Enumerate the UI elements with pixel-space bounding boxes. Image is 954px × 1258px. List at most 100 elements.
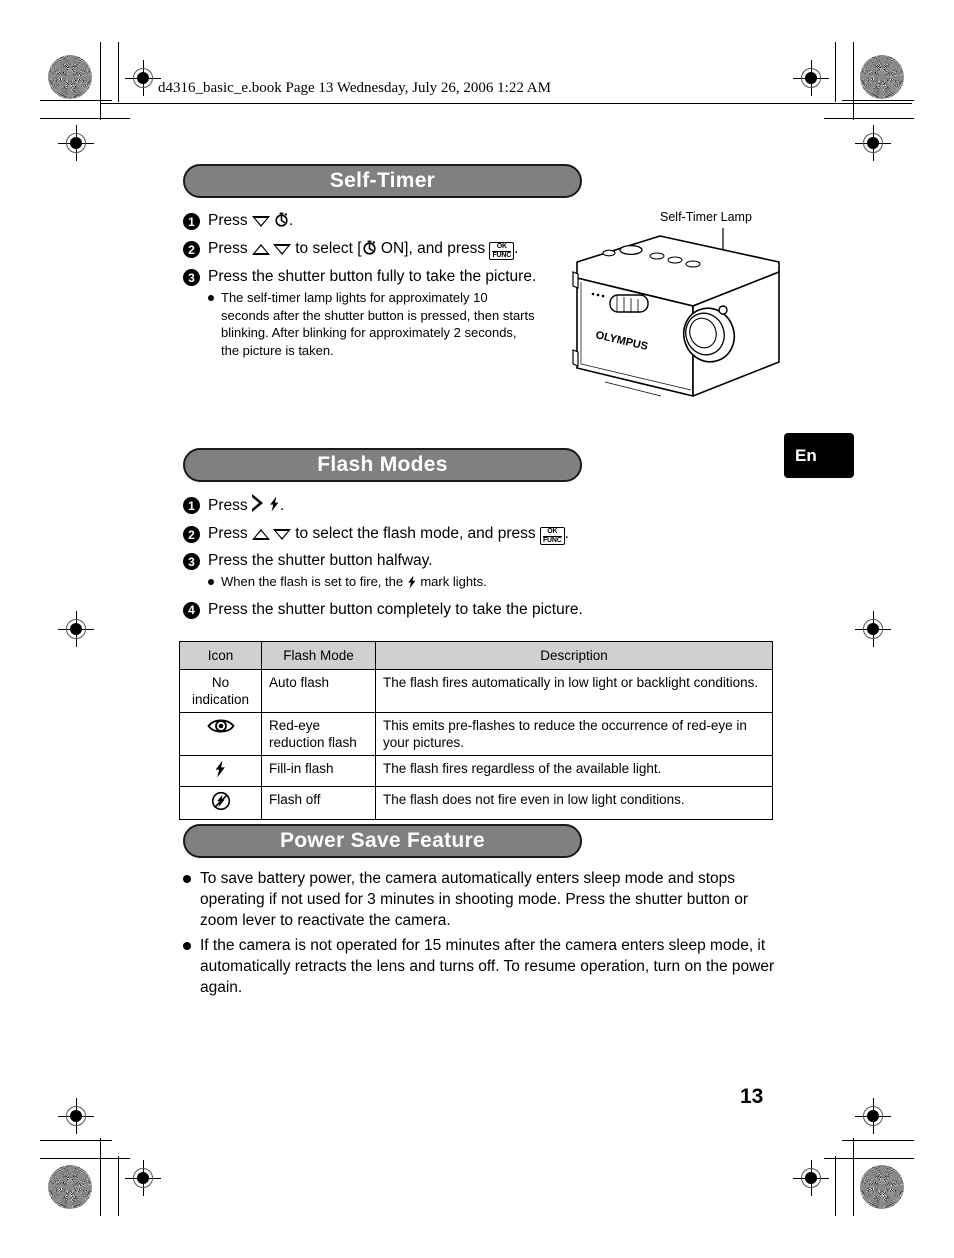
step-text-after: . xyxy=(288,212,294,229)
table-cell-description: The flash does not fire even in low ligh… xyxy=(375,786,773,820)
step-item: 4 Press the shutter button completely to… xyxy=(183,599,743,620)
step-text: Press the shutter button completely to t… xyxy=(208,600,583,618)
crosshair-mark-top-right xyxy=(793,60,829,96)
triangle-right-icon xyxy=(251,494,263,512)
crop-rule xyxy=(40,118,130,119)
crop-rule xyxy=(100,42,101,120)
callout-label-self-timer-lamp: Self-Timer Lamp xyxy=(660,210,752,224)
table-cell-icon xyxy=(179,755,262,787)
starburst-mark-top-right xyxy=(860,55,904,99)
crop-rule xyxy=(853,42,854,120)
flash-modes-steps: 1 Press . 2 Press to select the flash mo… xyxy=(183,494,743,625)
table-cell-description: The flash fires automatically in low lig… xyxy=(375,669,773,713)
step-number: 2 xyxy=(183,241,200,258)
triangle-down-icon xyxy=(272,529,291,540)
step-number: 4 xyxy=(183,601,200,619)
flash-bolt-icon xyxy=(214,760,227,781)
note-text: When the flash is set to fire, the mark … xyxy=(221,573,487,594)
crosshair-mark-lower-left-outer xyxy=(58,1098,94,1134)
camera-body-drawing: OLYMPUS xyxy=(572,228,780,397)
step-number: 3 xyxy=(183,553,200,570)
triangle-down-icon xyxy=(272,244,291,255)
flash-bolt-icon xyxy=(269,496,280,518)
list-item-text: If the camera is not operated for 15 min… xyxy=(200,937,775,996)
triangle-up-icon xyxy=(251,244,270,255)
step-text-before: Press xyxy=(208,525,252,542)
table-row: Fill-in flash The flash fires regardless… xyxy=(179,755,773,787)
language-tab-label: En xyxy=(795,445,817,465)
crosshair-mark-bottom-right xyxy=(793,1160,829,1196)
document-header-text: d4316_basic_e.book Page 13 Wednesday, Ju… xyxy=(158,80,551,96)
step-text-before: Press xyxy=(208,497,252,514)
bullet-dot-icon xyxy=(208,295,214,301)
step-number: 2 xyxy=(183,526,200,543)
flash-off-icon xyxy=(211,791,231,814)
bullet-dot-icon xyxy=(183,942,191,950)
table-row: Red-eye reduction flash This emits pre-f… xyxy=(179,712,773,756)
list-item: If the camera is not operated for 15 min… xyxy=(183,935,783,998)
crosshair-mark-mid-left xyxy=(58,611,94,647)
triangle-up-icon xyxy=(251,529,270,540)
step-text-mid: to select [ xyxy=(290,240,362,257)
table-cell-icon: No indication xyxy=(179,669,262,713)
starburst-mark-top-left xyxy=(48,55,92,99)
table-cell-icon xyxy=(179,712,262,756)
bullet-dot-icon xyxy=(208,579,214,585)
step-text: Press to select the flash mode, and pres… xyxy=(208,523,569,545)
note-item: When the flash is set to fire, the mark … xyxy=(208,573,743,594)
step-text: Press the shutter button halfway. xyxy=(208,552,433,569)
step-text-before: Press xyxy=(208,212,252,229)
page-number: 13 xyxy=(740,1085,764,1108)
starburst-mark-bottom-right xyxy=(860,1165,904,1209)
table-header-row: Icon Flash Mode Description xyxy=(179,641,773,670)
table-cell-mode: Flash off xyxy=(261,786,376,820)
power-save-bullets: To save battery power, the camera automa… xyxy=(183,868,783,1002)
bullet-dot-icon xyxy=(183,875,191,883)
table-cell-description: This emits pre-flashes to reduce the occ… xyxy=(375,712,773,756)
step-text-after: . xyxy=(564,525,569,542)
table-header-icon: Icon xyxy=(179,641,262,670)
flash-bolt-icon xyxy=(407,575,417,594)
flash-modes-table: Icon Flash Mode Description No indicatio… xyxy=(179,641,773,820)
section-title-text: Power Save Feature xyxy=(280,829,485,852)
step-text-after: . xyxy=(279,497,285,514)
step-item: 1 Press . xyxy=(183,210,583,233)
step-number: 3 xyxy=(183,269,200,286)
crosshair-mark-bottom-left xyxy=(125,1160,161,1196)
step-text: Press . xyxy=(208,494,284,518)
crop-rule xyxy=(835,42,836,102)
table-cell-mode: Auto flash xyxy=(261,669,376,713)
crosshair-mark-upper-left-outer xyxy=(58,125,94,161)
red-eye-reduction-icon xyxy=(206,719,236,738)
list-item: To save battery power, the camera automa… xyxy=(183,868,783,931)
step-number: 1 xyxy=(183,213,200,230)
no-indication-text: No indication xyxy=(191,675,250,707)
table-header-flash-mode: Flash Mode xyxy=(261,641,376,670)
table-row: No indication Auto flash The flash fires… xyxy=(179,669,773,713)
step-text-before: Press xyxy=(208,240,252,257)
step-text-mid: to select the flash mode, and press xyxy=(290,525,540,542)
crop-rule xyxy=(835,1156,836,1216)
table-row: Flash off The flash does not fire even i… xyxy=(179,786,773,820)
section-title-text: Flash Modes xyxy=(317,453,448,476)
crop-rule xyxy=(40,1158,130,1159)
self-timer-icon xyxy=(274,211,289,233)
crop-rule xyxy=(100,1138,101,1216)
self-timer-notes: The self-timer lamp lights for approxima… xyxy=(208,289,538,359)
note-text-before: When the flash is set to fire, the xyxy=(221,574,407,589)
note-text: The self-timer lamp lights for approxima… xyxy=(221,290,535,358)
section-header-power-save-feature: Power Save Feature xyxy=(183,824,582,858)
step-number: 1 xyxy=(183,497,200,514)
crop-rule xyxy=(40,1140,112,1141)
self-timer-icon xyxy=(362,239,377,261)
crop-rule xyxy=(853,1138,854,1216)
language-tab-en: En xyxy=(784,433,854,478)
crosshair-mark-top-left xyxy=(125,60,161,96)
note-item: The self-timer lamp lights for approxima… xyxy=(208,289,538,359)
crop-rule xyxy=(118,42,119,102)
step-text-after: . xyxy=(514,240,519,257)
ok-func-button-icon: OK FUNC xyxy=(539,527,565,545)
self-timer-steps: 1 Press . 2 Press to select [ ON], and p… xyxy=(183,210,583,366)
table-cell-mode: Red-eye reduction flash xyxy=(261,712,376,756)
crosshair-mark-lower-right-outer xyxy=(855,1098,891,1134)
